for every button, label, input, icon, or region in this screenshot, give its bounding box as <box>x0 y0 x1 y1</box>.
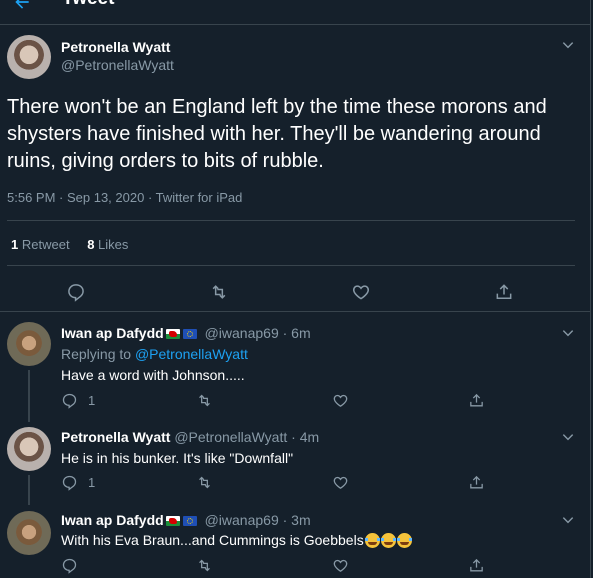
chevron-down-icon[interactable] <box>561 430 575 444</box>
reply-button[interactable]: 1 <box>61 392 95 409</box>
reply-icon <box>62 558 77 574</box>
author-handle[interactable]: @iwanap69 <box>205 512 279 528</box>
reply-button[interactable] <box>61 557 78 574</box>
like-icon[interactable] <box>351 282 371 302</box>
like-icon[interactable] <box>332 557 349 574</box>
reply-time[interactable]: · 3m <box>283 512 311 528</box>
likes-count: 8 <box>87 237 95 252</box>
timestamp[interactable]: 5:56 PM · Sep 13, 2020 <box>7 190 144 205</box>
reply-button[interactable]: 1 <box>61 474 95 491</box>
eu-flag-icon <box>182 516 197 527</box>
retweet-icon[interactable] <box>195 392 214 409</box>
author-name[interactable]: Iwan ap Dafydd <box>61 512 164 528</box>
share-icon[interactable] <box>468 474 485 491</box>
retweets-stat[interactable]: 1 Retweet <box>11 237 70 252</box>
reply-text: Have a word with Johnson..... <box>61 367 245 383</box>
thread-line <box>28 475 30 505</box>
reply-icon <box>62 393 77 409</box>
replying-to-label: Replying to <box>61 346 132 362</box>
tweet-text: There won't be an England left by the ti… <box>7 96 547 172</box>
retweet-icon[interactable] <box>208 282 230 302</box>
author-name[interactable]: Petronella Wyatt <box>61 39 170 55</box>
share-icon[interactable] <box>468 557 485 574</box>
thread-line <box>28 370 30 422</box>
likes-label: Likes <box>98 237 129 252</box>
avatar[interactable] <box>7 322 51 366</box>
column-border <box>590 0 591 578</box>
retweets-label: Retweet <box>21 237 70 252</box>
chevron-down-icon[interactable] <box>561 326 575 340</box>
wales-flag-icon <box>165 329 180 340</box>
header-title: Tweet <box>62 0 114 10</box>
engagement-stats: 1 Retweet 8 Likes <box>11 237 128 252</box>
retweet-icon[interactable] <box>195 557 214 574</box>
share-icon[interactable] <box>494 282 514 302</box>
header-divider <box>0 24 590 25</box>
author-name[interactable]: Petronella Wyatt <box>61 429 170 445</box>
laughing-emoji-icon <box>380 533 396 548</box>
likes-stat[interactable]: 8 Likes <box>87 237 128 252</box>
share-icon[interactable] <box>468 392 485 409</box>
reply-icon[interactable] <box>66 282 86 302</box>
reply-header: Iwan ap Dafydd @iwanap69 · 3m <box>61 512 311 528</box>
avatar[interactable] <box>7 511 51 555</box>
reply-text-row: With his Eva Braun...and Cummings is Goe… <box>61 532 412 548</box>
eu-flag-icon <box>182 329 197 340</box>
avatar[interactable] <box>7 35 51 79</box>
reply-time[interactable]: · 4m <box>291 429 319 445</box>
replying-to-handle[interactable]: @PetronellaWyatt <box>135 346 248 362</box>
laughing-emoji-icon <box>364 533 380 548</box>
avatar[interactable] <box>7 427 51 471</box>
reply-text: With his Eva Braun...and Cummings is Goe… <box>61 532 364 548</box>
retweet-icon[interactable] <box>195 474 214 491</box>
reply-text: He is in his bunker. It's like "Downfall… <box>61 450 294 466</box>
reply-header: Iwan ap Dafydd @iwanap69 · 6m <box>61 325 311 341</box>
reply-header: Petronella Wyatt @PetronellaWyatt · 4m <box>61 429 319 445</box>
wales-flag-icon <box>165 516 180 527</box>
meta-separator: · <box>147 190 153 205</box>
reply-count: 1 <box>88 475 96 490</box>
retweets-count: 1 <box>11 237 19 252</box>
replying-to: Replying to @PetronellaWyatt <box>61 346 248 362</box>
divider <box>7 220 575 221</box>
chevron-down-icon[interactable] <box>561 513 575 527</box>
author-handle[interactable]: @PetronellaWyatt <box>61 57 174 73</box>
like-icon[interactable] <box>332 474 349 491</box>
author-handle[interactable]: @iwanap69 <box>205 325 279 341</box>
tweet-source[interactable]: Twitter for iPad <box>156 190 243 205</box>
back-arrow-icon[interactable] <box>12 0 32 12</box>
author-name[interactable]: Iwan ap Dafydd <box>61 325 164 341</box>
reply-icon <box>62 475 77 491</box>
divider <box>7 265 575 266</box>
reply-time[interactable]: · 6m <box>283 325 311 341</box>
author-handle[interactable]: @PetronellaWyatt <box>174 429 287 445</box>
tweet-meta: 5:56 PM · Sep 13, 2020 · Twitter for iPa… <box>7 190 242 205</box>
laughing-emoji-icon <box>396 533 412 548</box>
reply-count: 1 <box>88 393 96 408</box>
like-icon[interactable] <box>332 392 349 409</box>
header-bar: Tweet <box>0 0 590 24</box>
divider <box>0 311 590 312</box>
chevron-down-icon[interactable] <box>561 38 575 52</box>
